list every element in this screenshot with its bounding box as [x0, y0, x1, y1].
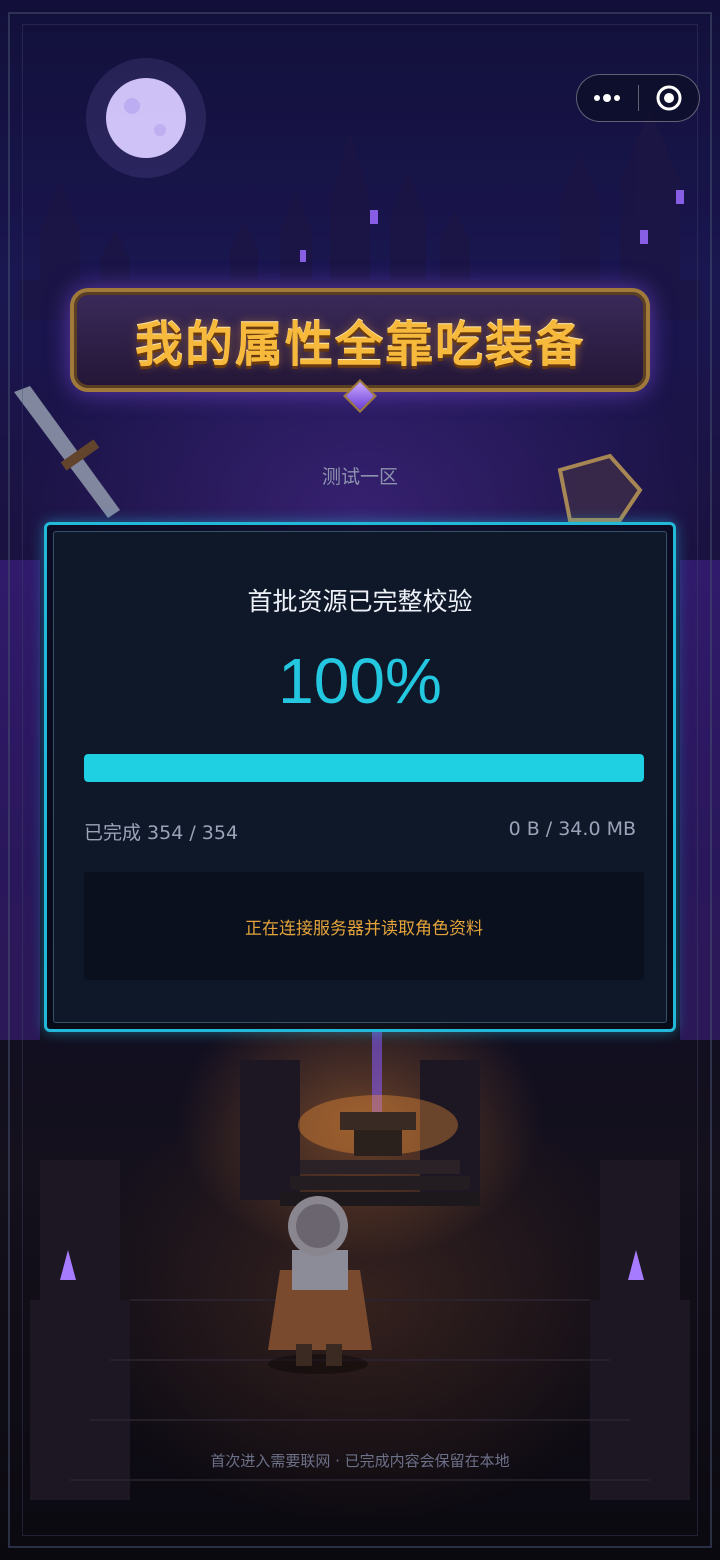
- loading-card-inner: 首批资源已完整校验 100% 已完成 354 / 354 0 B / 34.0 …: [53, 531, 667, 1023]
- status-box: 正在连接服务器并读取角色资料: [84, 872, 644, 980]
- progress-bar-fill: [84, 754, 644, 782]
- progress-bar: [84, 754, 644, 782]
- close-button[interactable]: [639, 75, 700, 121]
- more-button[interactable]: [577, 75, 638, 121]
- server-name: 测试一区: [321, 466, 398, 488]
- progress-percent: 100%: [278, 645, 442, 717]
- mini-program-capsule: [576, 74, 700, 122]
- game-title-banner: 我的属性全靠吃装备: [70, 288, 650, 392]
- loading-card: 首批资源已完整校验 100% 已完成 354 / 354 0 B / 34.0 …: [44, 522, 676, 1032]
- game-title: 我的属性全靠吃装备: [134, 317, 585, 373]
- files-progress: 已完成 354 / 354: [84, 822, 239, 844]
- status-message: 正在连接服务器并读取角色资料: [245, 918, 483, 939]
- sword-decoration: [14, 386, 120, 518]
- target-circle-icon: [656, 85, 682, 111]
- footer-note: 首次进入需要联网 · 已完成内容会保留在本地: [210, 1452, 510, 1470]
- download-size: 0 B / 34.0 MB: [508, 818, 636, 840]
- hero-character: [268, 1196, 372, 1374]
- more-dots-icon: [594, 94, 621, 102]
- loading-heading: 首批资源已完整校验: [247, 587, 473, 616]
